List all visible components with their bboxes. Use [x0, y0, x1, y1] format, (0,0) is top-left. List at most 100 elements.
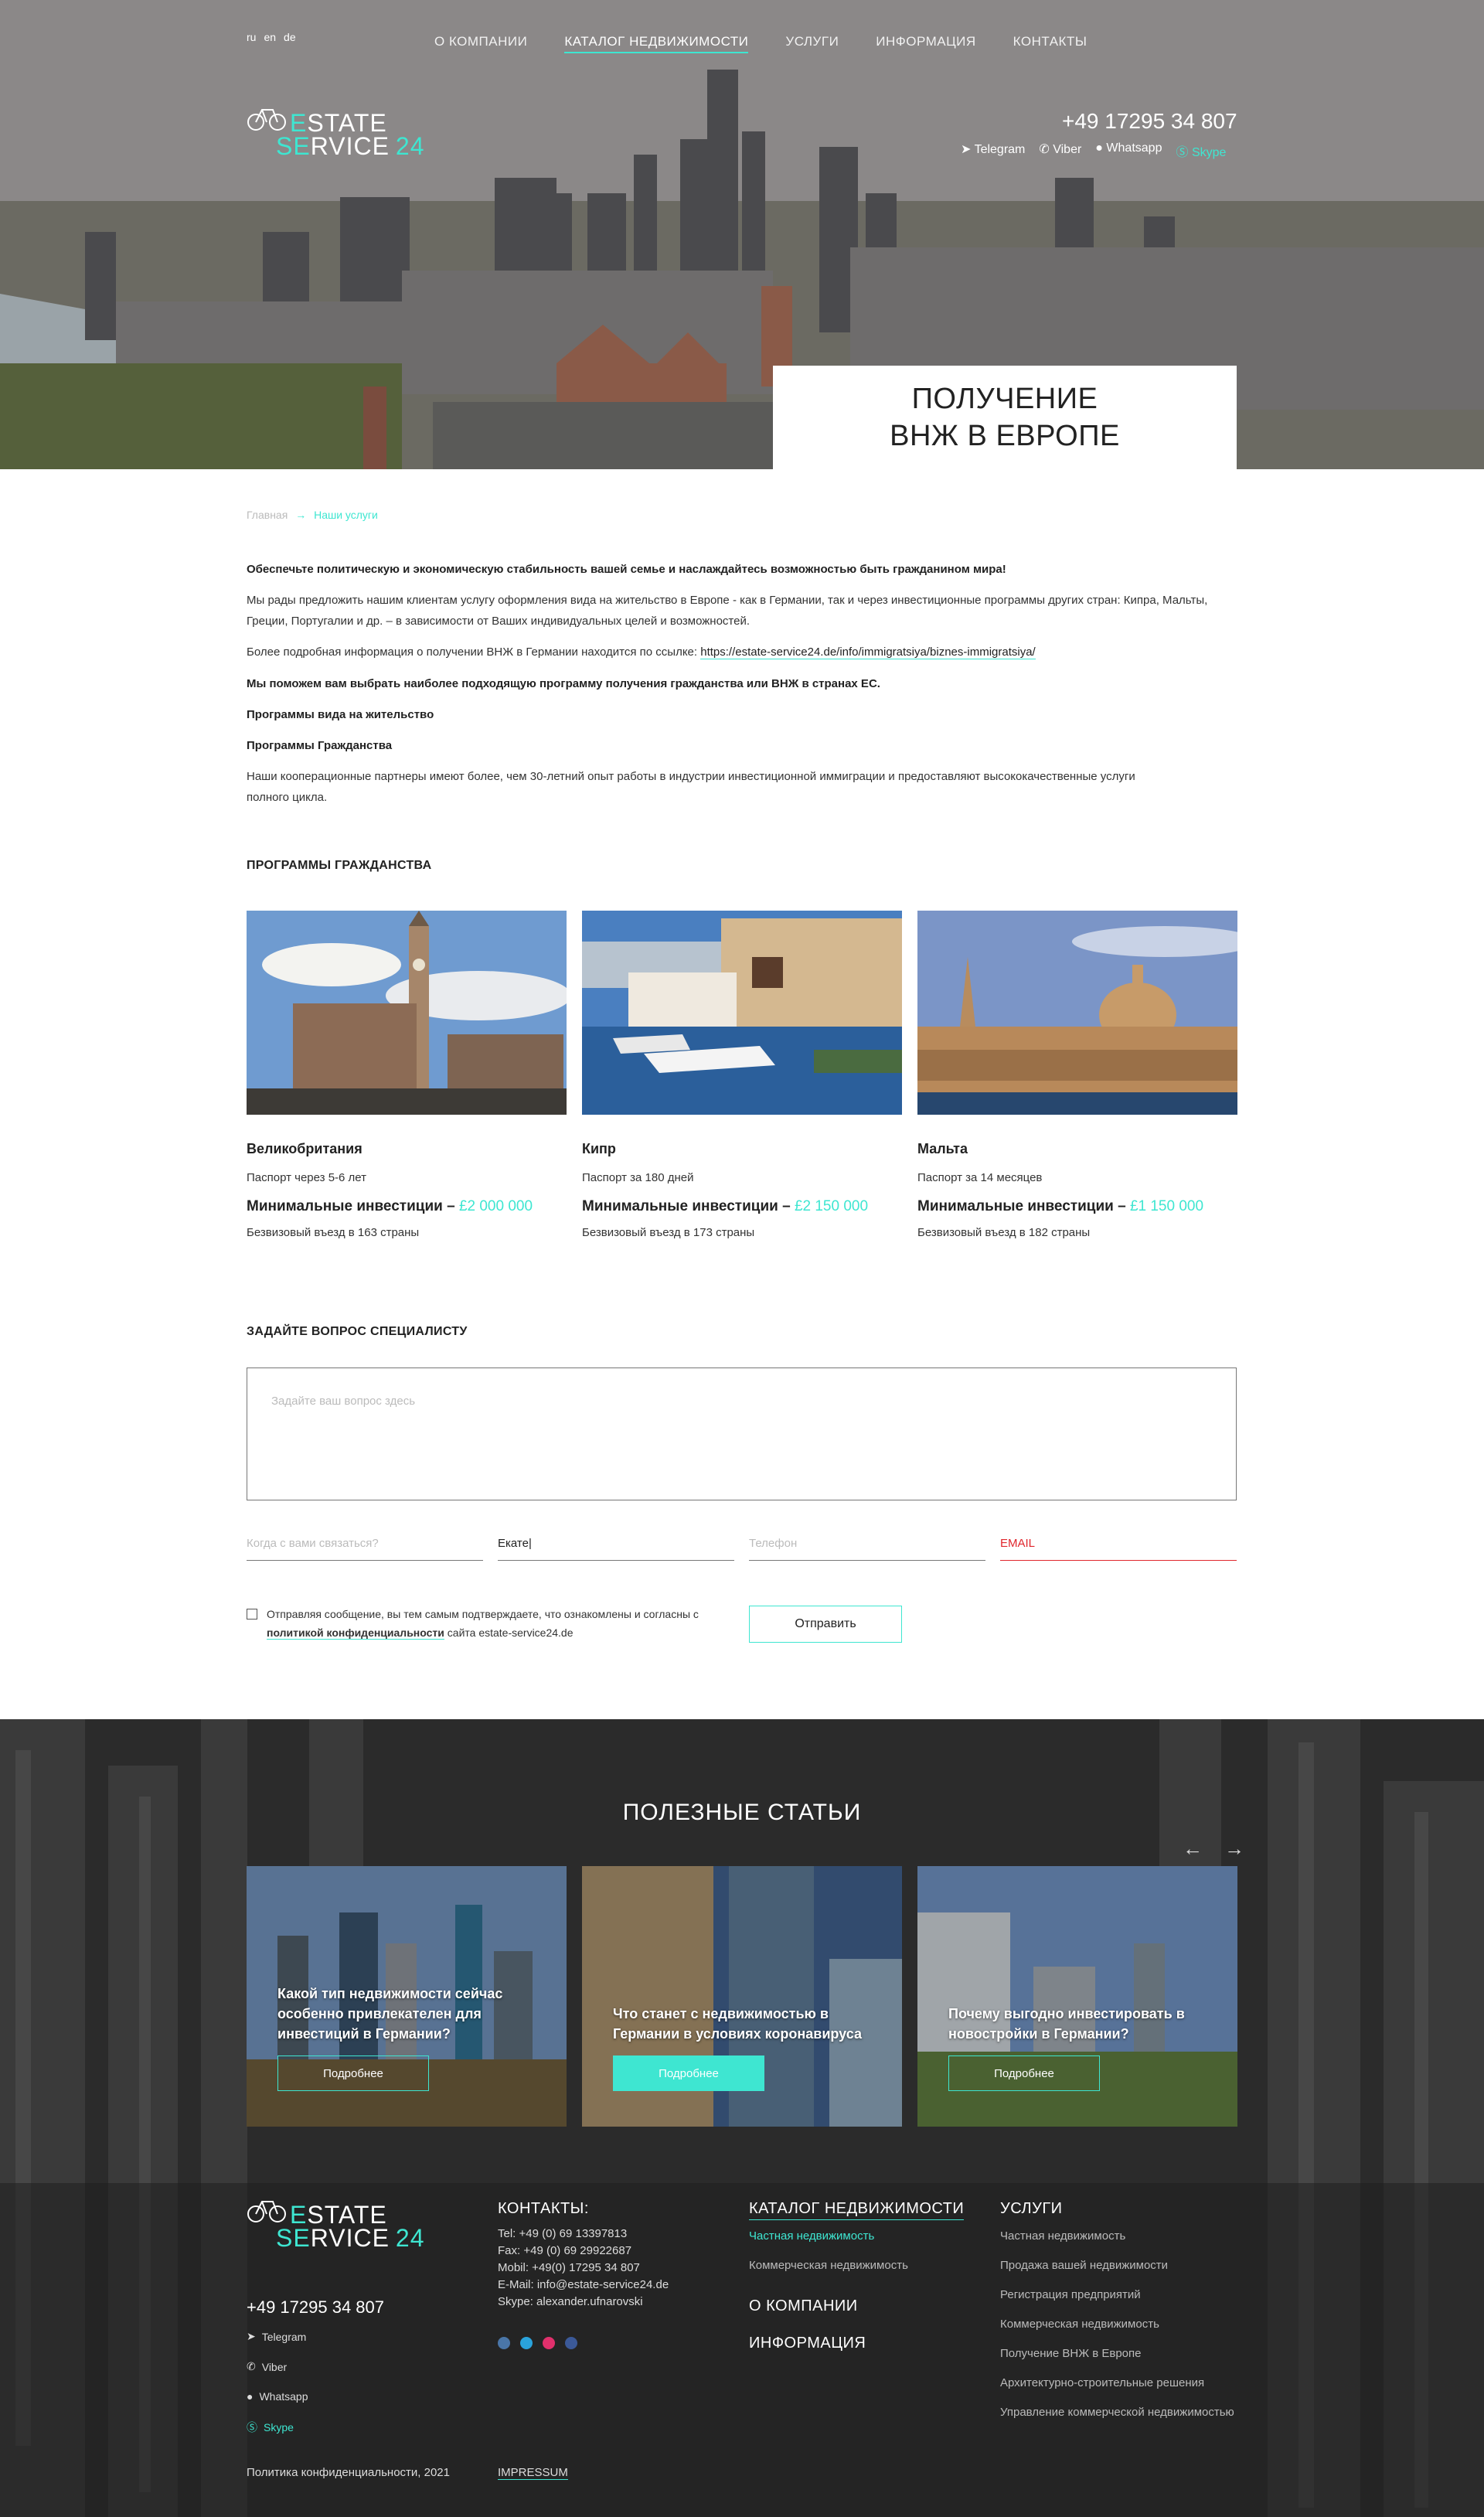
- arrow-left-icon[interactable]: ←: [1183, 1837, 1203, 1861]
- contact-tel[interactable]: Tel: +49 (0) 69 13397813: [498, 2226, 669, 2243]
- hero-title-line2: ВНЖ В ЕВРОПЕ: [890, 420, 1120, 452]
- cyprus-image: [582, 911, 902, 1115]
- email-field[interactable]: EMAIL: [1000, 1534, 1237, 1561]
- intro-paragraph: Мы рады предложить нашим клиентам услугу…: [247, 594, 1208, 628]
- footer-copyright[interactable]: Политика конфиденциальности, 2021: [247, 2466, 450, 2479]
- contact-time-field[interactable]: Когда с вами связаться?: [247, 1534, 483, 1561]
- telegram-social-icon[interactable]: [520, 2337, 533, 2349]
- whatsapp-link[interactable]: ● Whatsapp: [1095, 141, 1162, 160]
- footer-service-item[interactable]: Коммерческая недвижимость: [1000, 2318, 1234, 2331]
- social-links: [498, 2337, 577, 2349]
- question-textarea[interactable]: Задайте ваш вопрос здесь: [247, 1367, 1237, 1500]
- program-card-cyprus[interactable]: Кипр Паспорт за 180 дней Минимальные инв…: [582, 911, 902, 1239]
- footer-service-item[interactable]: Частная недвижимость: [1000, 2229, 1234, 2243]
- consent-checkbox[interactable]: [247, 1609, 257, 1620]
- program-passport-time: Паспорт за 180 дней: [582, 1171, 694, 1184]
- submit-button[interactable]: Отправить: [749, 1606, 902, 1643]
- program-card-uk[interactable]: Великобритания Паспорт через 5-6 лет Мин…: [247, 911, 567, 1239]
- lang-en[interactable]: en: [264, 31, 276, 43]
- nav-catalog[interactable]: КАТАЛОГ НЕДВИЖИМОСТИ: [564, 34, 749, 53]
- residence-programs-heading: Программы вида на жительство: [247, 708, 434, 721]
- footer-contacts-title: КОНТАКТЫ:: [498, 2200, 589, 2217]
- footer-service-item[interactable]: Получение ВНЖ в Европе: [1000, 2347, 1234, 2360]
- program-visa-free: Безвизовый въезд в 182 страны: [917, 1226, 1091, 1239]
- footer-catalog-private[interactable]: Частная недвижимость: [749, 2229, 908, 2243]
- viber-icon: ✆: [247, 2360, 256, 2372]
- contact-mobile[interactable]: Mobil: +49(0) 17295 34 807: [498, 2260, 669, 2277]
- footer-services-title[interactable]: УСЛУГИ: [1000, 2200, 1063, 2218]
- name-field[interactable]: Екате|: [498, 1534, 734, 1561]
- footer-service-item[interactable]: Регистрация предприятий: [1000, 2288, 1234, 2301]
- footer-phone[interactable]: +49 17295 34 807: [247, 2297, 384, 2318]
- header-phone[interactable]: +49 17295 34 807: [1062, 109, 1237, 134]
- footer-whatsapp[interactable]: ● Whatsapp: [247, 2390, 308, 2403]
- footer-services-list: Частная недвижимость Продажа вашей недви…: [1000, 2229, 1234, 2435]
- help-paragraph: Мы поможем вам выбрать наиболее подходящ…: [247, 677, 880, 690]
- nav-info[interactable]: ИНФОРМАЦИЯ: [876, 34, 975, 53]
- breadcrumb-current[interactable]: Наши услуги: [314, 509, 378, 521]
- programs-title: ПРОГРАММЫ ГРАЖДАНСТВА: [247, 859, 432, 872]
- more-info-paragraph: Более подробная информация о получении В…: [247, 645, 1036, 659]
- article-card[interactable]: Что станет с недвижимостью в Германии в …: [582, 1866, 902, 2127]
- footer-impressum[interactable]: IMPRESSUM: [498, 2466, 568, 2480]
- question-placeholder: Задайте ваш вопрос здесь: [271, 1395, 416, 1408]
- breadcrumb-home[interactable]: Главная: [247, 509, 288, 521]
- lang-ru[interactable]: ru: [247, 31, 256, 43]
- article-card[interactable]: Какой тип недвижимости сейчас особенно п…: [247, 1866, 567, 2127]
- article-card[interactable]: Почему выгодно инвестировать в новострой…: [917, 1866, 1237, 2127]
- telegram-link[interactable]: ➤ Telegram: [961, 141, 1025, 160]
- contact-email[interactable]: E-Mail: info@estate-service24.de: [498, 2277, 669, 2294]
- footer-about-link[interactable]: О КОМПАНИИ: [749, 2297, 858, 2315]
- program-visa-free: Безвизовый въезд в 163 страны: [247, 1226, 420, 1239]
- malta-image: [917, 911, 1237, 1115]
- consent-text: Отправляя сообщение, вы тем самым подтве…: [267, 1608, 699, 1640]
- phone-field[interactable]: Телефон: [749, 1534, 985, 1561]
- footer-skype[interactable]: Ⓢ Skype: [247, 2420, 308, 2435]
- nav-about[interactable]: О КОМПАНИИ: [434, 34, 527, 53]
- program-card-malta[interactable]: Мальта Паспорт за 14 месяцев Минимальные…: [917, 911, 1237, 1239]
- logo-line2: SERVICE 24: [276, 2224, 425, 2252]
- viber-link[interactable]: ✆ Viber: [1039, 141, 1081, 160]
- footer-messengers: ➤ Telegram ✆ Viber ● Whatsapp Ⓢ Skype: [247, 2330, 308, 2452]
- instagram-icon[interactable]: [543, 2337, 555, 2349]
- facebook-icon[interactable]: [565, 2337, 577, 2349]
- footer-service-item[interactable]: Управление коммерческой недвижимостью: [1000, 2406, 1234, 2419]
- arrow-right-icon[interactable]: →: [1224, 1837, 1244, 1861]
- footer-service-item[interactable]: Архитектурно-строительные решения: [1000, 2376, 1234, 2389]
- footer-catalog-commercial[interactable]: Коммерческая недвижимость: [749, 2259, 908, 2272]
- article-more-button[interactable]: Подробнее: [613, 2055, 764, 2091]
- skype-icon: Ⓢ: [1176, 146, 1189, 159]
- article-more-button[interactable]: Подробнее: [277, 2055, 429, 2091]
- nav-services[interactable]: УСЛУГИ: [785, 34, 839, 53]
- program-country: Великобритания: [247, 1141, 362, 1156]
- more-info-link[interactable]: https://estate-service24.de/info/immigra…: [700, 645, 1036, 659]
- footer-service-item[interactable]: Продажа вашей недвижимости: [1000, 2259, 1234, 2272]
- article-more-button[interactable]: Подробнее: [948, 2055, 1100, 2091]
- footer-telegram[interactable]: ➤ Telegram: [247, 2330, 308, 2343]
- article-caption: Какой тип недвижимости сейчас особенно п…: [277, 1986, 503, 2042]
- program-min-investment: Минимальные инвестиции – £1 150 000: [917, 1198, 1204, 1214]
- hero-banner: ru en de О КОМПАНИИ КАТАЛОГ НЕДВИЖИМОСТИ…: [0, 0, 1484, 469]
- logo-line1: ESTATE: [290, 109, 387, 137]
- logo-line2: SERVICE 24: [276, 132, 425, 160]
- privacy-policy-link[interactable]: политикой конфиденциальности: [267, 1626, 444, 1640]
- program-country: Мальта: [917, 1141, 968, 1156]
- contact-skype[interactable]: Skype: alexander.ufnarovski: [498, 2294, 669, 2311]
- footer-contacts: Tel: +49 (0) 69 13397813 Fax: +49 (0) 69…: [498, 2226, 669, 2311]
- partners-paragraph: Наши кооперационные партнеры имеют более…: [247, 770, 1135, 804]
- language-switcher: ru en de: [247, 31, 296, 43]
- nav-contacts[interactable]: КОНТАКТЫ: [1013, 34, 1087, 53]
- skype-link[interactable]: Ⓢ Skype: [1176, 141, 1226, 160]
- footer-info-link[interactable]: ИНФОРМАЦИЯ: [749, 2335, 866, 2352]
- lang-de[interactable]: de: [284, 31, 296, 43]
- header-messengers: ➤ Telegram ✆ Viber ● Whatsapp Ⓢ Skype: [961, 141, 1226, 160]
- vk-icon[interactable]: [498, 2337, 510, 2349]
- footer-catalog-list: Частная недвижимость Коммерческая недвиж…: [749, 2229, 908, 2288]
- bicycle-icon: [247, 2201, 286, 2222]
- footer-catalog-title[interactable]: КАТАЛОГ НЕДВИЖИМОСТИ: [749, 2200, 965, 2220]
- program-passport-time: Паспорт за 14 месяцев: [917, 1171, 1043, 1184]
- logo-line1: ESTATE: [290, 2201, 387, 2229]
- footer-viber[interactable]: ✆ Viber: [247, 2360, 308, 2373]
- main-nav: О КОМПАНИИ КАТАЛОГ НЕДВИЖИМОСТИ УСЛУГИ И…: [434, 34, 1087, 53]
- intro-bold: Обеспечьте политическую и экономическую …: [247, 563, 1006, 576]
